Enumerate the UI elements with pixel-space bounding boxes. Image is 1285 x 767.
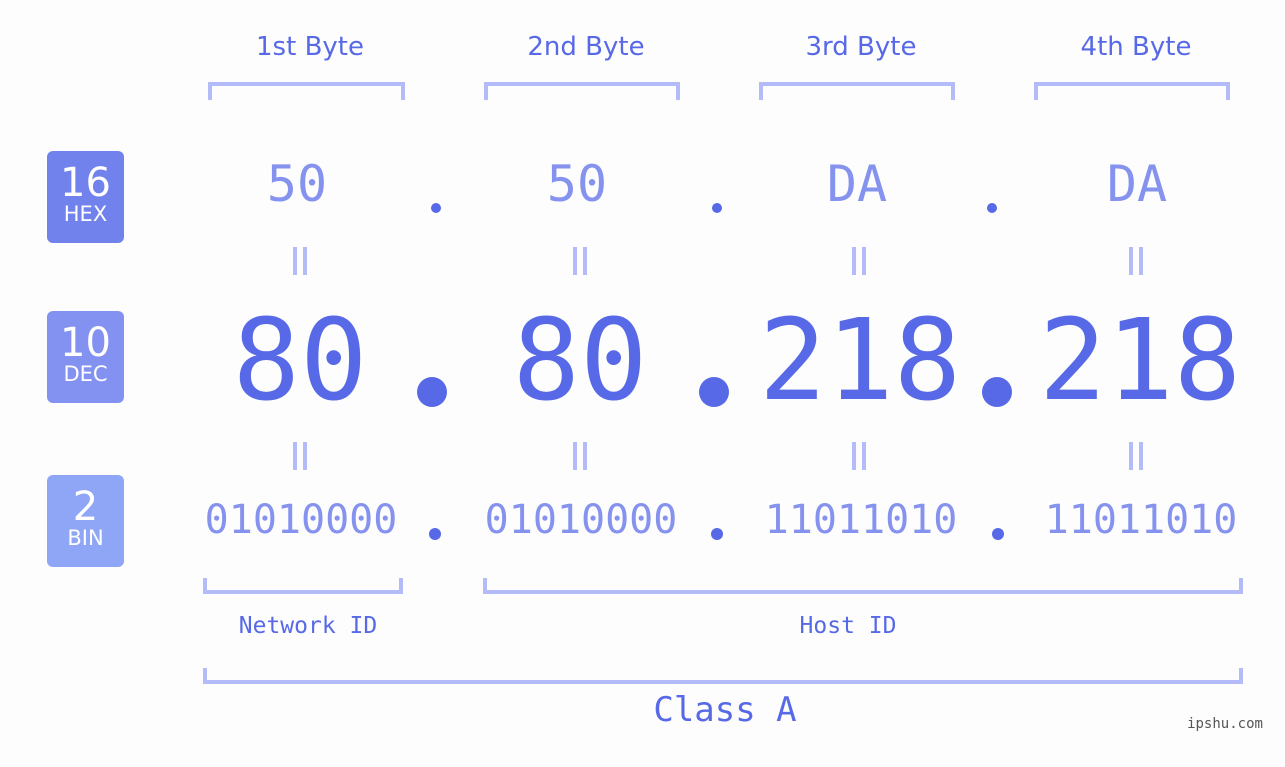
dec-separator-2: [699, 377, 729, 407]
byte-1-bracket: [208, 82, 405, 100]
equals-icon: [293, 247, 307, 275]
bin-base-label: BIN: [67, 526, 104, 550]
bin-base-badge: 2 BIN: [47, 475, 124, 567]
equals-icon: [293, 442, 307, 470]
equals-icon: [1129, 442, 1143, 470]
hex-byte-4: DA: [1106, 155, 1168, 213]
dec-separator-3: [982, 377, 1012, 407]
bin-separator-1: [429, 528, 441, 540]
network-id-bracket: [203, 578, 403, 594]
dec-byte-2: 80: [512, 296, 648, 426]
hex-separator-2: [712, 203, 722, 213]
network-id-label: Network ID: [238, 613, 378, 639]
hex-byte-2: 50: [546, 155, 608, 213]
bin-byte-4: 11011010: [1044, 497, 1238, 543]
hex-byte-1: 50: [266, 155, 328, 213]
host-id-label: Host ID: [799, 613, 897, 639]
byte-header-3: 3rd Byte: [805, 32, 917, 62]
host-id-bracket: [483, 578, 1243, 594]
dec-byte-4: 218: [1038, 296, 1242, 426]
byte-3-bracket: [759, 82, 955, 100]
equals-icon: [852, 247, 866, 275]
bin-separator-2: [711, 528, 723, 540]
dec-byte-3: 218: [758, 296, 962, 426]
byte-2-bracket: [484, 82, 680, 100]
byte-4-bracket: [1034, 82, 1230, 100]
bin-byte-2: 01010000: [484, 497, 678, 543]
hex-base-number: 16: [60, 160, 111, 206]
byte-header-1: 1st Byte: [256, 32, 364, 62]
dec-separator-1: [417, 377, 447, 407]
hex-byte-3: DA: [826, 155, 888, 213]
byte-header-2: 2nd Byte: [527, 32, 645, 62]
ip-class-label: Class A: [653, 690, 797, 730]
dec-byte-1: 80: [232, 296, 368, 426]
dec-base-badge: 10 DEC: [47, 311, 124, 403]
hex-separator-3: [987, 203, 997, 213]
equals-icon: [1129, 247, 1143, 275]
class-bracket: [203, 668, 1243, 684]
watermark: ipshu.com: [1187, 716, 1263, 732]
hex-base-label: HEX: [63, 202, 108, 226]
hex-base-badge: 16 HEX: [47, 151, 124, 243]
equals-icon: [852, 442, 866, 470]
hex-separator-1: [431, 203, 441, 213]
dec-base-number: 10: [60, 320, 111, 366]
dec-base-label: DEC: [63, 362, 108, 386]
bin-separator-3: [992, 528, 1004, 540]
bin-byte-1: 01010000: [204, 497, 398, 543]
byte-header-4: 4th Byte: [1080, 32, 1192, 62]
equals-icon: [573, 247, 587, 275]
bin-byte-3: 11011010: [764, 497, 958, 543]
bin-base-number: 2: [72, 484, 99, 530]
equals-icon: [573, 442, 587, 470]
